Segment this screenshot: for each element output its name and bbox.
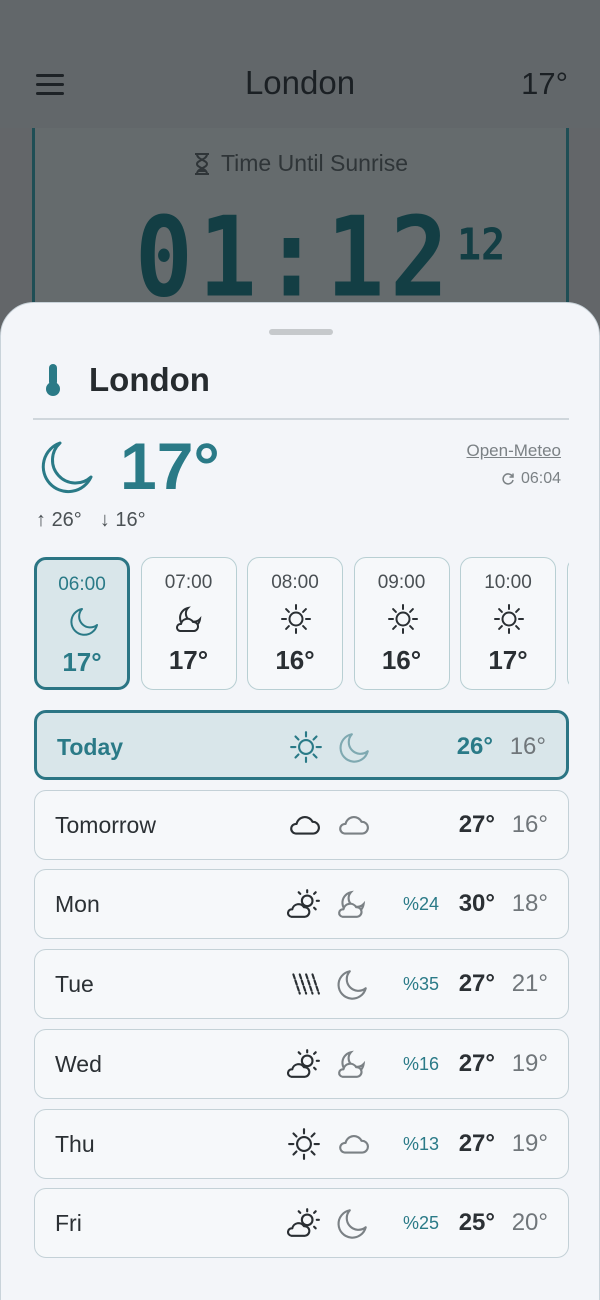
cloud-icon [339, 1134, 369, 1154]
day-low: 19° [511, 1129, 548, 1157]
sun-icon [387, 604, 418, 634]
moon-icon [337, 1209, 367, 1239]
weather-bottom-sheet: London 17° ↑ 26° ↓ 16° Open-Meteo 06:04 … [0, 302, 600, 1300]
low-temp: 16° [115, 509, 146, 531]
updated-time: 06:04 [520, 470, 561, 487]
app-title: London [244, 64, 356, 101]
sun-cloud-icon [287, 1208, 320, 1237]
thermometer-icon [46, 364, 60, 396]
hour-card[interactable]: 07:00 17° [140, 557, 237, 690]
day-low: 19° [511, 1049, 548, 1077]
sun-cloud-icon [287, 889, 320, 919]
day-name: Mon [55, 891, 100, 918]
moon-icon [41, 441, 93, 494]
sun-icon [281, 604, 311, 634]
precipitation-chance: %16 [403, 1053, 440, 1074]
hour-temp: 17° [488, 645, 528, 675]
high-temp-row: ↑ 26° [36, 509, 82, 532]
day-high: 27° [458, 1129, 495, 1157]
countdown-label-row: Time Until Sunrise [35, 150, 566, 177]
day-low: 16° [509, 733, 546, 760]
top-app-bar: London 17° [0, 0, 600, 128]
moon-icon [70, 608, 98, 636]
day-low: 16° [511, 810, 548, 838]
moon-cloud-icon [175, 606, 201, 632]
day-low: 18° [511, 890, 548, 918]
day-row[interactable]: Fri %25 25° 20° [34, 1188, 569, 1259]
precipitation-chance: %35 [403, 974, 440, 995]
day-name: Tomorrow [55, 811, 156, 838]
sheet-title: London [89, 361, 210, 398]
header-temperature: 17° [521, 66, 568, 101]
day-high: 26° [456, 733, 493, 760]
hour-card[interactable]: 06:00 17° [34, 557, 130, 690]
sun-icon [494, 604, 524, 634]
day-high: 27° [458, 1049, 495, 1077]
divider [33, 418, 569, 420]
hour-temp: 16° [275, 645, 315, 675]
arrow-down-icon: ↓ [99, 509, 110, 531]
hour-card-partial[interactable] [566, 557, 569, 690]
cloud-icon [339, 815, 369, 835]
day-low: 21° [511, 970, 548, 998]
moon-cloud-icon [338, 1050, 366, 1078]
hour-time: 07:00 [164, 572, 213, 593]
refresh-icon [502, 473, 514, 485]
countdown-label: Time Until Sunrise [220, 150, 409, 176]
sun-cloud-icon [287, 1048, 320, 1078]
low-temp-row: ↓ 16° [100, 509, 146, 532]
day-row[interactable]: Tomorrow 27° 16° [34, 789, 569, 860]
day-high: 25° [458, 1209, 495, 1237]
day-high: 27° [458, 810, 495, 838]
moon-icon [337, 970, 367, 1000]
hour-temp: 16° [381, 645, 422, 675]
current-temperature: 17° [120, 429, 220, 503]
day-name: Tue [55, 971, 94, 998]
day-name: Today [57, 734, 124, 760]
hour-card[interactable]: 08:00 16° [247, 557, 343, 690]
sheet-header: London [43, 361, 210, 399]
day-row[interactable]: Tue %35 27° 21° [34, 949, 569, 1020]
hourglass-icon [194, 152, 209, 175]
cloud-icon [290, 815, 320, 835]
precipitation-chance: %13 [403, 1133, 440, 1154]
sun-icon [288, 1127, 320, 1160]
hour-time: 08:00 [271, 572, 319, 593]
hour-card[interactable]: 10:00 17° [460, 557, 556, 690]
day-row[interactable]: Today 26° 16° [34, 710, 569, 780]
sun-icon [290, 731, 322, 763]
day-row[interactable]: Wed %16 27° 19° [34, 1028, 569, 1099]
hour-card[interactable]: 09:00 16° [353, 557, 450, 690]
moon-cloud-icon [338, 890, 366, 919]
day-row[interactable]: Mon %24 30° 18° [34, 869, 569, 940]
rain-icon [292, 973, 320, 995]
day-name: Wed [55, 1050, 102, 1077]
moon-icon [339, 733, 369, 763]
drag-handle[interactable] [269, 329, 333, 335]
day-name: Fri [55, 1210, 82, 1237]
high-low: ↑ 26° ↓ 16° [36, 509, 146, 532]
hourly-forecast[interactable]: 06:00 17° 07:00 17° 08:00 16° 09:00 16° 10:00 17° [34, 557, 569, 692]
source-link[interactable]: Open-Meteo [467, 441, 562, 461]
precipitation-chance: %24 [403, 894, 440, 915]
arrow-up-icon: ↑ [36, 509, 46, 531]
hour-temp: 17° [62, 647, 102, 677]
precipitation-chance: %25 [403, 1213, 440, 1234]
high-temp: 26° [51, 509, 82, 531]
countdown-seconds: 12 [457, 220, 506, 271]
hour-time: 09:00 [377, 572, 426, 593]
day-row[interactable]: Thu %13 27° 19° [34, 1108, 569, 1179]
updated-time-row: 06:04 [501, 470, 561, 488]
day-high: 27° [458, 970, 495, 998]
day-low: 20° [511, 1209, 548, 1237]
day-high: 30° [458, 890, 495, 918]
hour-time: 06:00 [58, 574, 106, 595]
day-name: Thu [55, 1130, 95, 1157]
hour-temp: 17° [168, 645, 209, 675]
hour-time: 10:00 [484, 572, 532, 593]
